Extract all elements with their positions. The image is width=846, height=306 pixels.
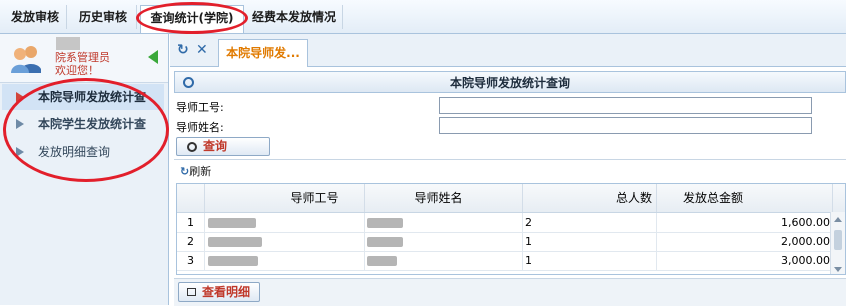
divider [174, 159, 846, 160]
column-header-index[interactable] [177, 184, 205, 212]
refresh-icon: ↻ [180, 165, 190, 178]
teacher-id-cell [205, 232, 365, 251]
search-button-label: 查询 [203, 139, 228, 153]
redacted-value [367, 218, 403, 228]
collapse-arrow-icon[interactable] [148, 50, 158, 64]
nav-item-teacher-stats[interactable]: 本院导师发放统计查 [2, 84, 164, 110]
column-header-total-people[interactable]: 总人数 [523, 184, 657, 212]
close-icon[interactable]: ✕ [196, 42, 208, 58]
total-amount-cell: 2,000.00 [657, 232, 833, 251]
menu-query-statistics[interactable]: 查询统计(学院) [140, 5, 244, 33]
scroll-down-icon[interactable] [834, 267, 842, 272]
total-people-cell: 1 [523, 232, 657, 251]
redacted-value [208, 218, 256, 228]
menu-fund-book[interactable]: 经费本发放情况 [246, 5, 343, 29]
redacted-value [208, 256, 258, 266]
redacted-value [367, 237, 403, 247]
grid-scrollbar[interactable] [830, 212, 845, 274]
arrow-icon [16, 147, 24, 157]
redacted-value [367, 256, 397, 266]
total-amount-cell: 1,600.00 [657, 213, 833, 232]
teacher-id-cell [205, 213, 365, 232]
nav-item-label: 发放明细查询 [38, 145, 111, 159]
row-index: 2 [177, 232, 205, 251]
teacher-name-cell [365, 213, 523, 232]
user-avatar-icon [11, 46, 41, 73]
teacher-name-cell [365, 232, 523, 251]
nav-item-label: 本院学生发放统计查 [38, 117, 147, 131]
data-grid: 导师工号 导师姓名 总人数 发放总金额 1 2 1,600.00 2 1 2,0… [176, 183, 846, 275]
search-button[interactable]: 查询 [176, 137, 270, 156]
table-row[interactable]: 1 2 1,600.00 [177, 213, 833, 233]
redacted-username [56, 37, 80, 50]
teacher-id-cell [205, 251, 365, 270]
top-menu-bar: 发放审核 历史审核 查询统计(学院) 经费本发放情况 [0, 0, 846, 34]
user-role: 院系管理员 [55, 51, 110, 64]
scroll-thumb[interactable] [834, 230, 842, 250]
total-people-cell: 1 [523, 251, 657, 270]
query-panel-title: 本院导师发放统计查询 [174, 71, 846, 93]
nav-item-detail-query[interactable]: 发放明细查询 [2, 139, 164, 165]
refresh-icon[interactable]: ↻ [177, 42, 189, 58]
refresh-label: 刷新 [189, 165, 212, 178]
grid-refresh-button[interactable]: ↻刷新 [180, 163, 211, 179]
row-index: 1 [177, 213, 205, 232]
teacher-id-input[interactable] [439, 97, 812, 114]
total-people-cell: 2 [523, 213, 657, 232]
table-row[interactable]: 3 1 3,000.00 [177, 251, 833, 271]
column-header-teacher-name[interactable]: 导师姓名 [365, 184, 523, 212]
user-info: 院系管理员 欢迎您！ [0, 34, 168, 83]
view-detail-button[interactable]: 查看明细 [178, 282, 260, 302]
scroll-up-icon[interactable] [834, 217, 842, 222]
left-panel: 院系管理员 欢迎您！ 本院导师发放统计查 本院学生发放统计查 发放明细查询 [0, 34, 169, 305]
teacher-name-input[interactable] [439, 117, 812, 134]
menu-history-audit[interactable]: 历史审核 [70, 5, 137, 29]
tab-strip: ↻ ✕ 本院导师发... [170, 34, 846, 67]
welcome-text: 欢迎您！ [55, 64, 99, 77]
grid-footer: 查看明细 [174, 278, 846, 306]
teacher-id-label: 导师工号: [176, 101, 224, 114]
detail-icon [187, 288, 196, 296]
grid-header: 导师工号 导师姓名 总人数 发放总金额 [177, 184, 845, 213]
menu-audit[interactable]: 发放审核 [4, 5, 67, 29]
nav-item-label: 本院导师发放统计查 [38, 90, 147, 104]
search-icon [183, 77, 194, 88]
nav-item-student-stats[interactable]: 本院学生发放统计查 [2, 111, 164, 137]
column-header-total-amount[interactable]: 发放总金额 [657, 184, 833, 212]
column-header-teacher-id[interactable]: 导师工号 [205, 184, 365, 212]
teacher-name-cell [365, 251, 523, 270]
tab-teacher-stats[interactable]: 本院导师发... [218, 39, 308, 67]
total-amount-cell: 3,000.00 [657, 251, 833, 270]
teacher-name-label: 导师姓名: [176, 121, 224, 134]
arrow-icon [16, 119, 24, 129]
search-icon [187, 142, 197, 152]
view-detail-label: 查看明细 [202, 285, 251, 299]
arrow-icon [16, 92, 24, 102]
panel-title-text: 本院导师发放统计查询 [449, 76, 570, 90]
redacted-value [208, 237, 262, 247]
table-row[interactable]: 2 1 2,000.00 [177, 232, 833, 252]
user-role-text: 院系管理员 欢迎您！ [55, 51, 110, 77]
row-index: 3 [177, 251, 205, 270]
